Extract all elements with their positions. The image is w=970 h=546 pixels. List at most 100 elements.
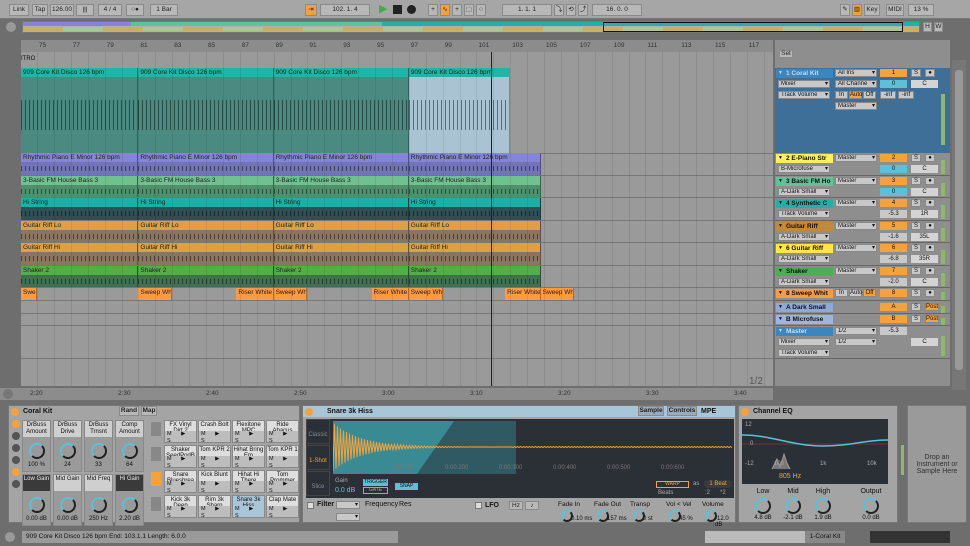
trigger-button[interactable]: TRIGGER	[363, 479, 388, 486]
drum-pad[interactable]: Tom PrommerM ▶ S	[266, 470, 299, 493]
pad-controls[interactable]: M ▶ S	[199, 456, 230, 470]
pad-controls[interactable]: M ▶ S	[165, 481, 196, 495]
volume-field[interactable]: 0	[880, 188, 907, 196]
track-name[interactable]: A Dark Small	[776, 303, 833, 312]
output-menu[interactable]: Master	[835, 222, 877, 230]
pad-bank-selector[interactable]	[151, 497, 161, 511]
pad-bank-selector[interactable]	[151, 472, 161, 486]
map-button[interactable]: Map	[141, 406, 157, 416]
macro-knob[interactable]: Mid Freq250 Hz	[84, 474, 113, 526]
loop-length-field[interactable]: 16. 0. 0	[592, 4, 642, 16]
filter-circuit-menu[interactable]	[336, 513, 360, 521]
track-activator[interactable]: 3	[880, 177, 907, 185]
track-name[interactable]: Master	[776, 327, 833, 336]
macro-knob[interactable]: DrBuss Trnsnt33	[84, 420, 113, 472]
track-name[interactable]: Shaker	[776, 267, 833, 276]
mini-clip-overview[interactable]	[705, 531, 805, 543]
drum-pad[interactable]: Tom KPR 1M ▶ S	[266, 445, 299, 468]
eq-display[interactable]: 12 0 -12 100 1k 10k 805 Hz	[742, 419, 888, 484]
volume-field[interactable]: 0	[880, 165, 907, 173]
track-lane[interactable]: Guitar Riff LoGuitar Riff LoGuitar Riff …	[21, 221, 773, 243]
drum-pad[interactable]: Flexitone MPCM ▶ S	[232, 420, 265, 443]
drum-pad[interactable]: Kick BluntM ▶ S	[198, 470, 231, 493]
track-name[interactable]: 1 Coral Kit	[776, 69, 833, 78]
macro-knob[interactable]: Comp Amount64	[115, 420, 144, 472]
time-ruler[interactable]: 2:202:302:402:503:003:103:203:303:40	[0, 388, 773, 400]
mode-1-shot[interactable]: 1-Shot	[306, 445, 330, 470]
knob-icon[interactable]	[29, 443, 45, 459]
minus-icon[interactable]	[12, 444, 20, 452]
session-record-button[interactable]: ○	[476, 4, 486, 16]
clip[interactable]: Riser White	[236, 288, 273, 300]
track-header[interactable]: A Dark SmallAS●Post	[775, 302, 950, 314]
track-header[interactable]: 3 Basic FM HoA-Dark SmallMaster3S●0C	[775, 176, 950, 198]
overview-viewport[interactable]	[603, 22, 903, 32]
follow-button[interactable]: ⇥	[305, 4, 317, 16]
macro-knob[interactable]: Mid Gain0.00 dB	[53, 474, 82, 526]
double-button[interactable]: *2	[720, 490, 726, 496]
zoom-fit-icon[interactable]	[3, 389, 13, 399]
arm-button[interactable]: ●	[925, 154, 935, 162]
track-activator[interactable]: 1	[880, 69, 907, 77]
pad-bank-selector[interactable]	[151, 422, 161, 436]
drum-pad[interactable]: Ride AbacusM ▶ S	[266, 420, 299, 443]
track-lane[interactable]: Shaker 2Shaker 2Shaker 2Shaker 2	[21, 266, 773, 288]
automation-arm-button[interactable]: ∿	[440, 4, 450, 16]
track-lane[interactable]: Guitar Riff HiGuitar Riff HiGuitar Riff …	[21, 243, 773, 266]
volume-field[interactable]: -5.3	[880, 210, 907, 218]
play-button[interactable]: ▶	[379, 4, 387, 15]
overview-toggle-icon[interactable]	[6, 22, 16, 32]
macro-knob[interactable]: DrBuss Amount100 %	[22, 420, 51, 472]
tab-sample[interactable]: Sample	[638, 406, 664, 416]
power-icon[interactable]	[12, 420, 20, 428]
gate-button[interactable]: GATE	[363, 487, 388, 494]
track-lane[interactable]	[21, 314, 773, 326]
time-signature-field[interactable]: 4 / 4	[98, 4, 122, 16]
solo-button[interactable]: S	[911, 177, 921, 185]
output-menu[interactable]: Master	[835, 102, 877, 110]
drum-pad[interactable]: Rim 3k SharpM ▶ S	[198, 495, 231, 518]
knob-icon[interactable]	[863, 498, 879, 514]
track-lane[interactable]: Rhythmic Piano E Minor 126 bpmRhythmic P…	[21, 153, 773, 176]
pad-controls[interactable]: M ▶ S	[199, 506, 230, 520]
quantize-menu[interactable]: 1 Bar	[150, 4, 178, 16]
clip[interactable]: Shaker 2	[409, 266, 541, 287]
track-device-chooser[interactable]: A-Dark Small	[778, 255, 830, 263]
clip[interactable]: 3-Basic FM House Bass 3	[409, 176, 541, 197]
pad-bank-selector[interactable]	[151, 447, 161, 461]
stop-button[interactable]	[393, 5, 402, 14]
volume-field[interactable]: -5.3	[880, 327, 907, 335]
track-lane[interactable]: Hi StringHi StringHi StringHi String	[21, 198, 773, 221]
solo-button[interactable]: S	[911, 244, 921, 252]
knob-icon[interactable]	[29, 497, 45, 513]
pad-controls[interactable]: M ▶ S	[267, 456, 298, 470]
track-device-chooser[interactable]: A-Dark Small	[778, 233, 830, 241]
post-button[interactable]: Post	[925, 303, 939, 311]
track-header[interactable]: 2 E-Piano StrB-MicrofuseMaster2S●0C	[775, 153, 950, 176]
track-header[interactable]: MasterMixerTrack Volume1/21/2-5.3C	[775, 326, 950, 359]
pan-field[interactable]: 35R	[911, 255, 938, 263]
pan-field[interactable]: 35L	[911, 233, 938, 241]
track-activator[interactable]: 2	[880, 154, 907, 162]
arm-button[interactable]: ●	[925, 177, 935, 185]
nudge-buttons[interactable]: |||	[76, 4, 94, 16]
tempo-field[interactable]: 126.00	[50, 4, 74, 16]
knob-icon[interactable]	[91, 497, 107, 513]
io-icon[interactable]	[12, 480, 20, 488]
clip[interactable]: Rhythmic Piano E Minor 126 bpm	[409, 153, 541, 175]
track-header[interactable]: 1 Coral KitMixerTrack VolumeAll InsAll C…	[775, 68, 950, 154]
arm-button[interactable]: ●	[925, 289, 935, 297]
track-device-chooser[interactable]: A-Dark Small	[778, 188, 830, 196]
monitor-in-button[interactable]: In	[835, 91, 848, 99]
drum-pad[interactable]: FX Vinyl Dirt 2M ▶ S	[164, 420, 197, 443]
arm-button[interactable]: ●	[925, 69, 935, 77]
song-position-field[interactable]: 102. 1. 4	[320, 4, 370, 16]
solo-button[interactable]: S	[911, 315, 921, 323]
input-channel-menu[interactable]: All Channe	[835, 80, 877, 88]
track-activator[interactable]: 5	[880, 222, 907, 230]
track-activator[interactable]: 6	[880, 244, 907, 252]
drum-pad[interactable]: Crash BoltM ▶ S	[198, 420, 231, 443]
macro-knob[interactable]: DrBuss Drive24	[53, 420, 82, 472]
track-activator[interactable]: A	[880, 303, 907, 311]
pad-controls[interactable]: M ▶ S	[165, 506, 196, 520]
